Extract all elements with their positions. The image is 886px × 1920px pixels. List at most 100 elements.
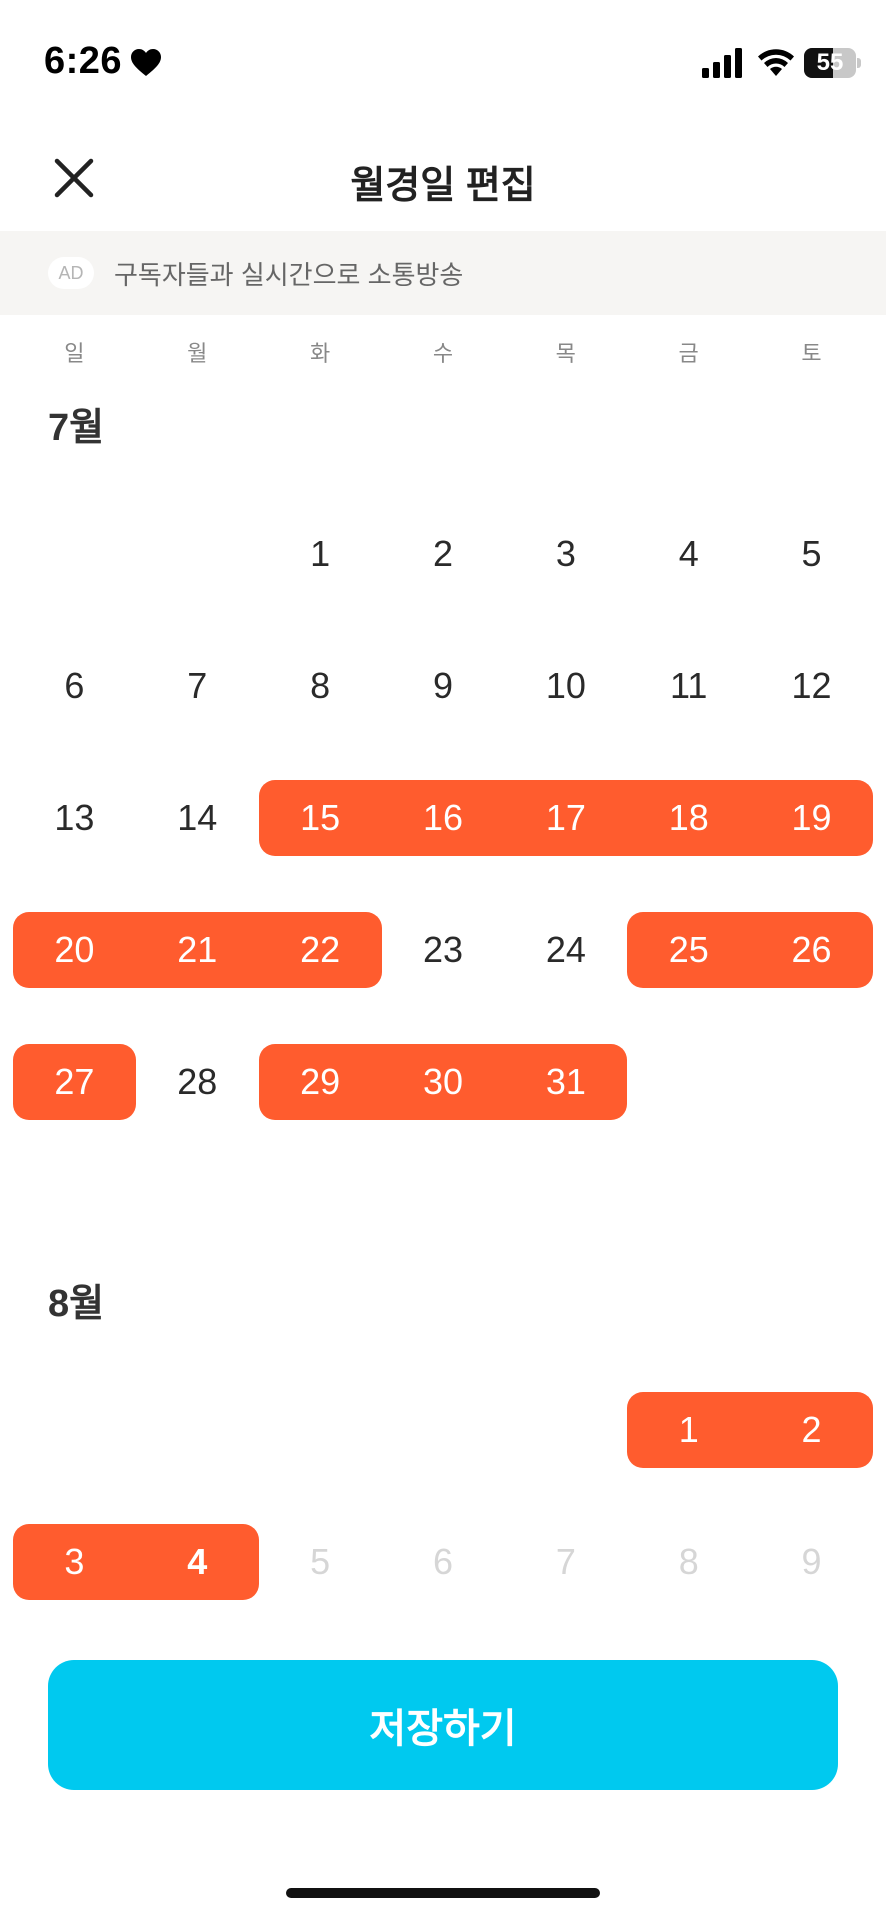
day-cell[interactable]: 19 [750, 744, 873, 876]
ad-text: 구독자들과 실시간으로 소통방송 [114, 259, 464, 290]
day-cell[interactable]: 15 [258, 744, 382, 876]
month-title-july: 7월 [48, 407, 105, 449]
day-number: 2 [432, 533, 453, 574]
weekday-mon: 월 [187, 341, 208, 366]
day-number: 28 [177, 1061, 218, 1102]
calendar-grid-august: 1 2 3 4 5 6 7 8 9 [13, 1356, 873, 1620]
day-number: 15 [300, 797, 341, 838]
day-cell[interactable]: 28 [136, 1008, 259, 1140]
day-number: 14 [177, 797, 218, 838]
day-cell[interactable]: 12 [750, 612, 873, 744]
day-number: 2 [801, 1409, 822, 1450]
day-cell[interactable]: 7 [136, 612, 259, 744]
day-cell[interactable]: 31 [504, 1008, 628, 1140]
ad-banner[interactable]: AD 구독자들과 실시간으로 소통방송 [0, 231, 886, 315]
day-cell[interactable]: 6 [13, 612, 136, 744]
day-cell[interactable]: 11 [627, 612, 750, 744]
weekday-tue: 화 [309, 341, 331, 366]
home-indicator [286, 1888, 600, 1898]
day-cell[interactable]: 9 [382, 612, 505, 744]
day-cell[interactable]: 4 [135, 1488, 259, 1620]
day-cell[interactable]: 27 [13, 1008, 136, 1140]
day-cell[interactable]: 3 [13, 1488, 136, 1620]
battery-icon: 55 [804, 48, 861, 78]
day-cell[interactable]: 26 [750, 876, 873, 1008]
day-number: 7 [187, 665, 208, 706]
day-number: 3 [64, 1541, 85, 1582]
day-number: 18 [668, 797, 709, 838]
day-cell[interactable]: 2 [382, 480, 505, 612]
save-button[interactable]: 저장하기 [48, 1660, 838, 1790]
empty-cell [382, 1356, 505, 1488]
day-number: 19 [791, 797, 832, 838]
day-cell: 5 [259, 1488, 382, 1620]
day-cell[interactable]: 4 [627, 480, 750, 612]
day-number: 6 [432, 1541, 453, 1582]
day-cell[interactable]: 17 [504, 744, 628, 876]
day-number: 16 [422, 797, 464, 838]
day-number: 12 [791, 665, 832, 706]
day-number: 10 [545, 665, 586, 706]
weekday-sat: 토 [801, 341, 822, 366]
day-cell[interactable]: 13 [13, 744, 136, 876]
empty-cell [504, 1356, 627, 1488]
day-number: 1 [310, 533, 331, 574]
wifi-icon [758, 49, 794, 76]
day-cell[interactable]: 1 [259, 480, 382, 612]
day-number: 27 [54, 1061, 95, 1102]
day-number: 5 [310, 1541, 331, 1582]
day-number: 8 [678, 1541, 699, 1582]
day-cell[interactable]: 10 [504, 612, 627, 744]
day-number: 4 [678, 533, 699, 574]
day-cell[interactable]: 30 [381, 1008, 505, 1140]
day-cell[interactable]: 23 [382, 876, 505, 1008]
day-cell[interactable]: 1 [627, 1356, 751, 1488]
day-number: 8 [310, 665, 331, 706]
empty-cell [136, 1356, 259, 1488]
weekday-wed: 수 [432, 341, 454, 366]
day-number: 26 [791, 929, 832, 970]
day-cell: 9 [750, 1488, 873, 1620]
calendar-grid-july: 1 2 3 4 5 6 7 8 9 10 11 12 13 14 15 16 17 18 19 20 21 22 23 24 2… [13, 480, 873, 1140]
day-cell[interactable]: 5 [750, 480, 873, 612]
day-cell[interactable]: 20 [13, 876, 136, 1008]
day-number: 7 [555, 1541, 576, 1582]
day-cell[interactable]: 25 [627, 876, 751, 1008]
empty-cell [259, 1356, 382, 1488]
battery-level: 55 [816, 49, 844, 76]
day-number: 24 [545, 929, 586, 970]
day-number: 1 [678, 1409, 699, 1450]
day-cell[interactable]: 3 [504, 480, 627, 612]
ad-badge: AD [48, 257, 94, 289]
weekday-sun: 일 [64, 341, 85, 366]
weekday-fri: 금 [678, 341, 699, 366]
day-cell[interactable]: 14 [136, 744, 259, 876]
day-cell[interactable]: 24 [504, 876, 627, 1008]
weekday-header: 일 월 화 수 목 금 토 [13, 336, 873, 376]
day-number: 20 [54, 929, 95, 970]
empty-cell [13, 480, 136, 612]
day-cell[interactable]: 21 [135, 876, 259, 1008]
day-cell[interactable]: 29 [258, 1008, 382, 1140]
day-cell[interactable]: 22 [258, 876, 382, 1008]
day-number: 4 [187, 1541, 208, 1582]
day-cell[interactable]: 18 [627, 744, 751, 876]
weekday-thu: 목 [555, 341, 576, 366]
day-number: 3 [555, 533, 576, 574]
day-cell[interactable]: 8 [259, 612, 382, 744]
day-cell: 6 [382, 1488, 505, 1620]
heart-icon [131, 49, 161, 76]
day-number: 29 [300, 1061, 341, 1102]
day-cell: 8 [627, 1488, 750, 1620]
status-time: 6:26 [44, 40, 123, 82]
day-number: 25 [668, 929, 709, 970]
header: 월경일 편집 [0, 130, 886, 226]
month-title-august: 8월 [48, 1283, 105, 1325]
day-number: 30 [422, 1061, 464, 1102]
day-cell[interactable]: 2 [750, 1356, 873, 1488]
status-bar: 6:26 55 [0, 0, 886, 120]
day-number: 17 [545, 797, 586, 838]
day-number: 21 [177, 929, 218, 970]
day-cell[interactable]: 16 [381, 744, 505, 876]
empty-cell [136, 480, 259, 612]
